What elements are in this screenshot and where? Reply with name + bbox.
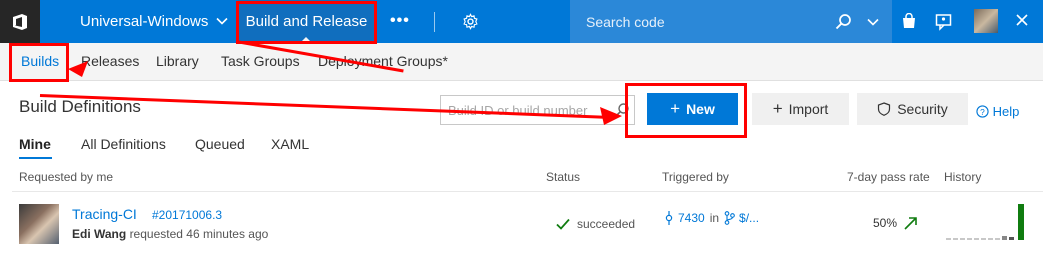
history-bar[interactable] xyxy=(995,238,1000,240)
pass-rate: 50% xyxy=(873,215,919,231)
history-bar[interactable] xyxy=(953,238,958,240)
more-hubs-button[interactable]: ••• xyxy=(390,12,410,30)
gear-icon[interactable] xyxy=(462,13,479,30)
status-text: succeeded xyxy=(577,217,636,231)
chevron-down-icon[interactable] xyxy=(867,16,879,28)
history-bar[interactable] xyxy=(967,238,972,240)
requested-info: Edi Wang requested 46 minutes ago xyxy=(72,227,268,241)
chevron-down-icon[interactable] xyxy=(216,15,228,27)
tab-mine[interactable]: Mine xyxy=(19,136,51,152)
history-bar[interactable] xyxy=(960,238,965,240)
user-avatar[interactable] xyxy=(974,9,998,33)
divider xyxy=(12,191,1043,192)
feedback-icon[interactable] xyxy=(935,13,953,31)
close-icon[interactable] xyxy=(1015,13,1029,27)
branch-link[interactable]: $/... xyxy=(739,211,759,225)
search-input[interactable]: Search code xyxy=(586,14,665,30)
history-bar[interactable] xyxy=(946,238,951,240)
commit-link[interactable]: 7430 xyxy=(678,211,705,225)
plus-icon: + xyxy=(772,99,783,118)
vsts-logo-icon[interactable] xyxy=(0,0,40,43)
in-label: in xyxy=(709,211,720,225)
annotation-box xyxy=(236,1,377,44)
requester-avatar xyxy=(19,204,59,244)
svg-text:?: ? xyxy=(980,107,985,117)
annotation-arrowhead xyxy=(68,61,88,77)
shield-icon xyxy=(878,102,891,116)
column-status: Status xyxy=(546,170,581,184)
annotation-box xyxy=(9,43,69,82)
column-triggered-by: Triggered by xyxy=(662,170,729,184)
requested-time: requested 46 minutes ago xyxy=(129,227,269,241)
history-bar[interactable] xyxy=(981,238,986,240)
branch-icon xyxy=(724,211,735,225)
pass-rate-value: 50% xyxy=(873,216,898,230)
build-number-link[interactable]: #20171006.3 xyxy=(152,208,222,222)
trend-up-icon xyxy=(904,217,917,230)
help-link[interactable]: ? Help xyxy=(976,104,1019,119)
annotation-arrowhead xyxy=(600,107,622,125)
import-button-label: Import xyxy=(788,101,829,117)
security-button-label: Security xyxy=(897,101,948,117)
column-pass-rate: 7-day pass rate xyxy=(847,170,930,184)
history-bar[interactable] xyxy=(1009,237,1014,240)
subnav-task-groups[interactable]: Task Groups xyxy=(221,53,300,69)
divider xyxy=(434,12,435,32)
definition-name-link[interactable]: Tracing-CI xyxy=(72,206,137,222)
column-requested-by-me: Requested by me xyxy=(19,170,114,184)
help-label: Help xyxy=(992,104,1020,119)
selected-tab-indicator xyxy=(19,157,52,159)
commit-icon xyxy=(665,211,673,225)
history-bar[interactable] xyxy=(1002,236,1007,240)
top-bar: Universal-Windows Build and Release ••• … xyxy=(0,0,1043,43)
trigger-info: 7430 in $/... xyxy=(664,211,759,225)
build-status: succeeded xyxy=(556,217,635,231)
annotation-box xyxy=(625,83,747,138)
subnav-library[interactable]: Library xyxy=(156,53,199,69)
help-icon: ? xyxy=(976,105,989,118)
column-history: History xyxy=(944,170,982,184)
history-bar[interactable] xyxy=(988,238,993,240)
security-button[interactable]: Security xyxy=(857,93,968,125)
tab-all-definitions[interactable]: All Definitions xyxy=(81,136,166,152)
search-box[interactable]: Search code xyxy=(570,0,892,43)
search-icon[interactable] xyxy=(835,13,852,30)
history-bar[interactable] xyxy=(974,238,979,240)
checkmark-icon xyxy=(556,218,570,230)
history-bar[interactable] xyxy=(1018,204,1024,240)
build-history-chart[interactable] xyxy=(946,204,1026,240)
project-selector[interactable]: Universal-Windows xyxy=(80,13,208,30)
sub-navigation: Builds Releases Library Task Groups Depl… xyxy=(0,43,1043,81)
tab-queued[interactable]: Queued xyxy=(195,136,245,152)
import-button[interactable]: + Import xyxy=(752,93,849,125)
marketplace-bag-icon[interactable] xyxy=(901,13,917,29)
tab-xaml[interactable]: XAML xyxy=(271,136,309,152)
requester-name: Edi Wang xyxy=(72,227,127,241)
subnav-releases[interactable]: Releases xyxy=(81,53,139,69)
